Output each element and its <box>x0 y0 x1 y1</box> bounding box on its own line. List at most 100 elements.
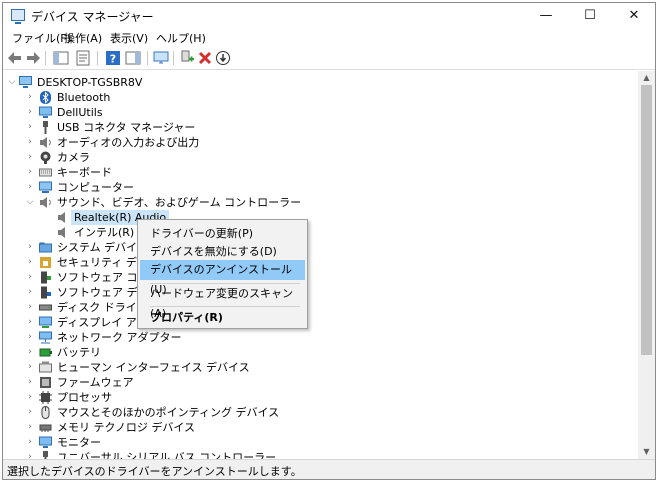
menu-separator <box>150 306 300 307</box>
expand-chevron-icon[interactable]: › <box>25 255 35 270</box>
expand-chevron-icon[interactable]: › <box>25 345 35 360</box>
toolbar-separator <box>97 51 98 65</box>
tree-item-keyboard[interactable]: › キーボード <box>3 165 603 180</box>
tree-item-sound-video-game-controllers[interactable]: ⌵ サウンド、ビデオ、およびゲーム コントローラー <box>3 195 603 210</box>
scrollbar-thumb[interactable] <box>641 85 652 355</box>
expand-chevron-icon[interactable]: › <box>25 405 35 420</box>
tree-item-label: USB コネクタ マネージャー <box>57 121 196 134</box>
software-icon <box>41 286 51 299</box>
tree-item-label: メモリ テクノロジ デバイス <box>57 421 196 434</box>
keyboard-icon <box>39 168 52 177</box>
tree-item-bluetooth[interactable]: › Bluetooth <box>3 90 603 105</box>
tree-item-batteries[interactable]: › バッテリ <box>3 345 603 360</box>
disk-icon <box>39 304 52 311</box>
minimize-button[interactable]: — <box>525 3 567 29</box>
monitor-icon <box>39 106 52 118</box>
expand-chevron-icon[interactable]: › <box>25 90 35 105</box>
expand-chevron-icon[interactable]: › <box>25 300 35 315</box>
menu-item-scan-hardware-changes[interactable]: ハードウェア変更のスキャン(A) <box>140 284 305 320</box>
close-button[interactable]: ✕ <box>613 3 655 29</box>
menu-item-disable-device[interactable]: デバイスを無効にする(D) <box>140 242 305 262</box>
memory-icon <box>39 424 52 432</box>
security-icon <box>40 257 51 268</box>
tree-item-label: ヒューマン インターフェイス デバイス <box>57 361 250 374</box>
menu-view[interactable]: 表示(V) <box>107 30 151 46</box>
toolbar: ? <box>3 47 655 70</box>
tree-item-human-interface-devices[interactable]: › ヒューマン インターフェイス デバイス <box>3 360 603 375</box>
maximize-button[interactable]: ☐ <box>569 3 611 29</box>
tree-item-network-adapters[interactable]: › ネットワーク アダプター <box>3 330 603 345</box>
disable-device-icon[interactable] <box>215 50 231 66</box>
menu-help[interactable]: ヘルプ(H) <box>153 30 209 46</box>
tree-item-label: Bluetooth <box>57 91 111 104</box>
usb-icon <box>43 451 48 459</box>
tree-item-label: ユニバーサル シリアル バス コントローラー <box>57 451 277 459</box>
expand-chevron-icon[interactable]: › <box>25 285 35 300</box>
expand-chevron-icon[interactable]: › <box>25 105 35 120</box>
tree-item-label: サウンド、ビデオ、およびゲーム コントローラー <box>57 196 302 209</box>
window-title: デバイス マネージャー <box>31 10 154 24</box>
scroll-down-arrow-icon[interactable]: ▼ <box>638 445 655 459</box>
expand-chevron-icon[interactable]: › <box>25 120 35 135</box>
expand-chevron-icon[interactable]: › <box>25 435 35 450</box>
tree-item-label: モニター <box>57 436 101 449</box>
software-icon <box>41 271 51 284</box>
expand-chevron-icon[interactable]: › <box>25 180 35 195</box>
expand-chevron-icon[interactable]: › <box>25 450 35 459</box>
help-icon[interactable]: ? <box>105 50 121 66</box>
tree-item-usb-controllers[interactable]: › ユニバーサル シリアル バス コントローラー <box>3 450 603 459</box>
menu-item-properties[interactable]: プロパティ(R) <box>140 308 305 328</box>
tree-item-usb-connector-manager[interactable]: › USB コネクタ マネージャー <box>3 120 603 135</box>
tree-item-label: ディスク ドライブ <box>57 301 148 314</box>
firmware-icon <box>40 377 51 388</box>
expand-chevron-icon[interactable]: › <box>25 390 35 405</box>
tree-item-monitors[interactable]: › モニター <box>3 435 603 450</box>
tree-item-audio-inputs-outputs[interactable]: › オーディオの入力および出力 <box>3 135 603 150</box>
expand-chevron-icon[interactable]: › <box>25 375 35 390</box>
tree-item-processors[interactable]: › プロセッサ <box>3 390 603 405</box>
expand-chevron-icon[interactable]: › <box>25 420 35 435</box>
tree-item-memory-technology-devices[interactable]: › メモリ テクノロジ デバイス <box>3 420 603 435</box>
processor-icon <box>39 391 52 404</box>
expand-chevron-icon[interactable]: › <box>25 315 35 330</box>
tree-item-computer[interactable]: › コンピューター <box>3 180 603 195</box>
expand-chevron-icon[interactable]: › <box>25 150 35 165</box>
expand-chevron-icon[interactable]: › <box>25 360 35 375</box>
properties-sheet-icon[interactable] <box>75 50 91 66</box>
tree-item-firmware[interactable]: › ファームウェア <box>3 375 603 390</box>
expand-chevron-icon[interactable]: › <box>25 240 35 255</box>
expand-chevron-icon[interactable]: › <box>25 330 35 345</box>
bluetooth-icon <box>40 91 51 104</box>
menu-action[interactable]: 操作(A) <box>61 30 105 46</box>
collapse-chevron-icon[interactable]: ⌵ <box>25 195 35 210</box>
collapse-chevron-icon[interactable]: ⌵ <box>7 75 17 90</box>
toolbar-separator <box>45 51 46 65</box>
expand-chevron-icon[interactable]: › <box>25 270 35 285</box>
device-manager-window: デバイス マネージャー — ☐ ✕ ファイル(F) 操作(A) 表示(V) ヘル… <box>2 2 656 480</box>
battery-icon <box>39 348 52 357</box>
vertical-scrollbar[interactable]: ▲ ▼ <box>638 71 655 459</box>
expand-chevron-icon[interactable]: › <box>25 165 35 180</box>
menu-bar: ファイル(F) 操作(A) 表示(V) ヘルプ(H) <box>3 29 655 47</box>
tree-item-label: カメラ <box>57 151 90 164</box>
tree-item-camera[interactable]: › カメラ <box>3 150 603 165</box>
menu-item-update-driver[interactable]: ドライバーの更新(P) <box>140 224 305 244</box>
back-arrow-icon[interactable] <box>7 50 23 66</box>
scroll-up-arrow-icon[interactable]: ▲ <box>638 71 655 85</box>
toolbar-separator <box>147 51 148 65</box>
tree-item-label: ファームウェア <box>57 376 134 389</box>
update-driver-icon[interactable] <box>179 50 195 66</box>
tree-item-mice-pointing-devices[interactable]: › マウスとそのほかのポインティング デバイス <box>3 405 603 420</box>
camera-icon <box>40 151 51 164</box>
forward-arrow-icon[interactable] <box>25 50 41 66</box>
expand-chevron-icon[interactable]: › <box>25 135 35 150</box>
tree-item-dellutils[interactable]: › DellUtils <box>3 105 603 120</box>
action-pane-icon[interactable] <box>125 50 141 66</box>
scan-hardware-icon[interactable] <box>153 50 169 66</box>
menu-item-uninstall-device[interactable]: デバイスのアンインストール(U) <box>140 260 305 296</box>
tree-item-label: ネットワーク アダプター <box>57 331 182 344</box>
uninstall-device-icon[interactable] <box>197 50 213 66</box>
show-hide-console-tree-icon[interactable] <box>53 50 69 66</box>
tree-root[interactable]: ⌵ DESKTOP-TGSBR8V <box>3 75 603 90</box>
tree-item-label: キーボード <box>57 166 112 179</box>
